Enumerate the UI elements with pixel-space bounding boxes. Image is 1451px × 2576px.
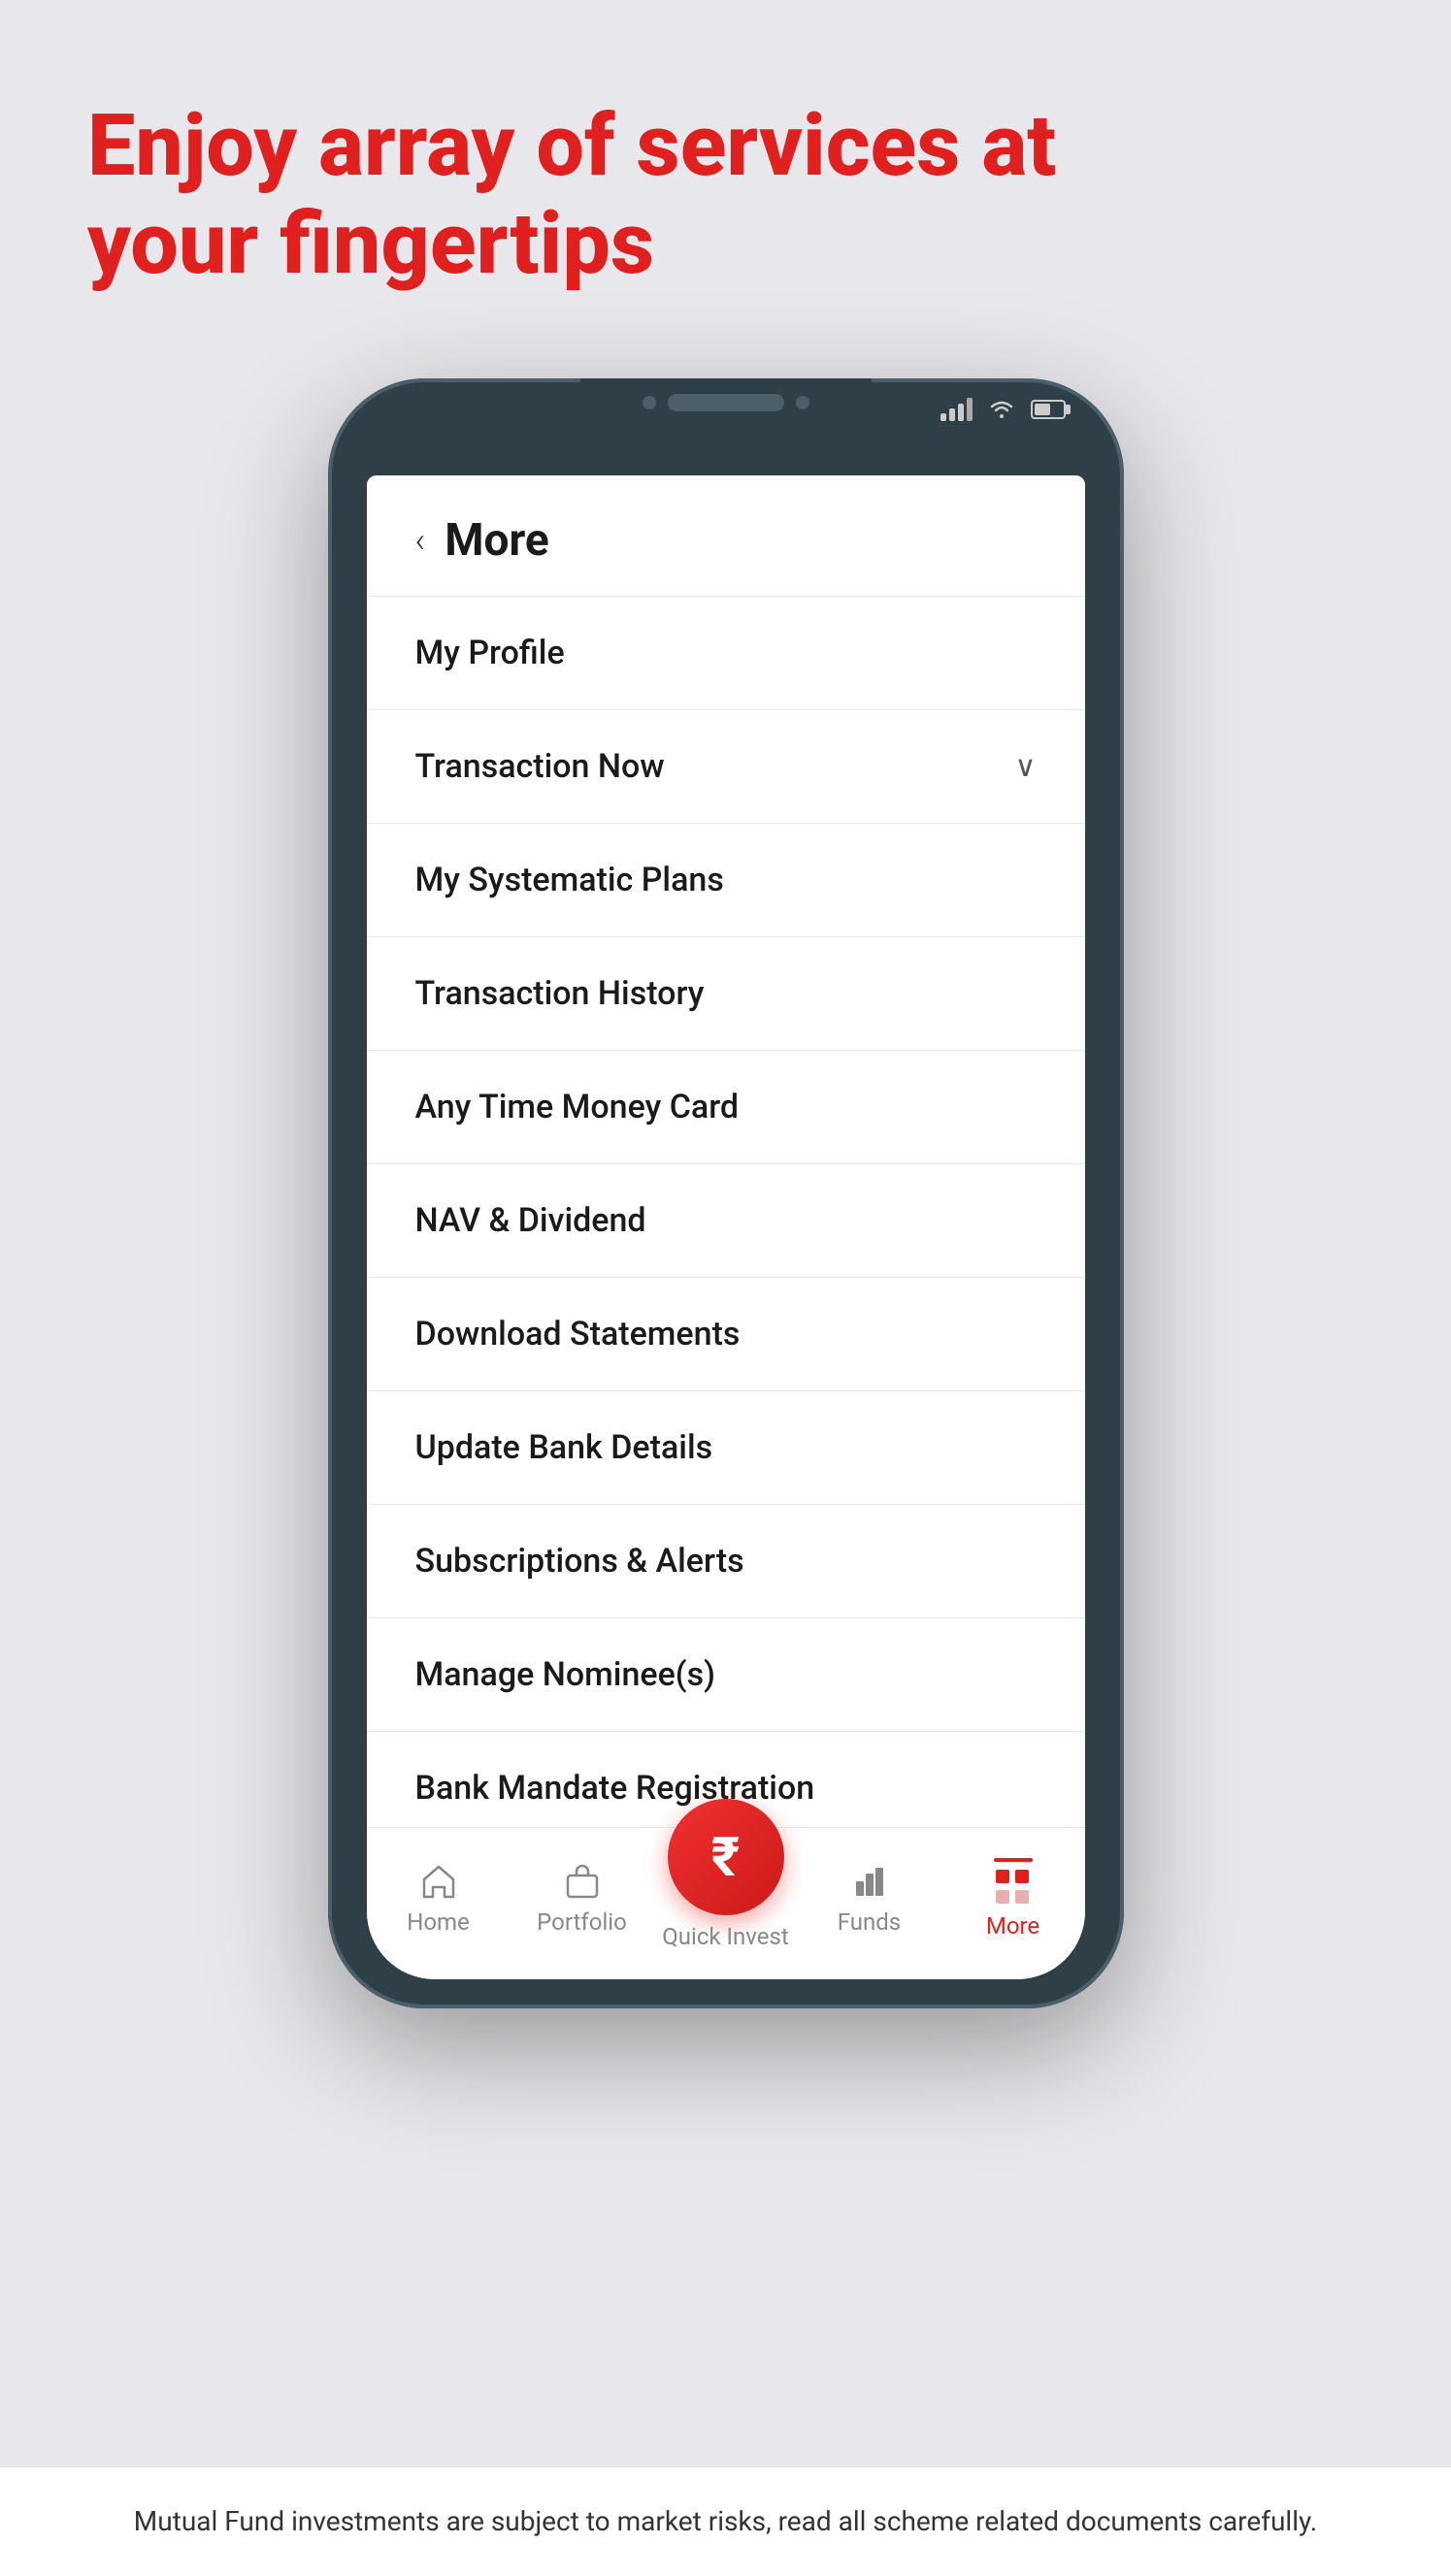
menu-item-update-bank-details[interactable]: Update Bank Details <box>367 1391 1085 1505</box>
screen-title: More <box>445 514 549 567</box>
funds-icon <box>850 1862 889 1901</box>
menu-item-transaction-now[interactable]: Transaction Now ∨ <box>367 710 1085 824</box>
status-bar <box>940 398 1066 421</box>
home-icon <box>419 1862 458 1901</box>
nav-item-home[interactable]: Home <box>367 1862 511 1936</box>
signal-bar-1 <box>940 413 946 421</box>
chevron-down-icon: ∨ <box>1015 750 1037 784</box>
notch-speaker <box>668 394 784 411</box>
phone-frame: ‹ More My Profile Transaction Now ∨ My S… <box>328 378 1124 2008</box>
menu-item-transaction-history[interactable]: Transaction History <box>367 937 1085 1051</box>
portfolio-icon <box>563 1862 602 1901</box>
notch-bar <box>328 378 1124 475</box>
signal-bar-4 <box>967 398 973 421</box>
nav-label-home: Home <box>407 1908 470 1936</box>
notch <box>580 378 872 427</box>
nav-label-funds: Funds <box>838 1908 901 1936</box>
bottom-nav: Home Portfolio ₹ Quick Invest <box>367 1827 1085 1979</box>
notch-dot-right <box>796 396 809 409</box>
nav-label-quick-invest: Quick Invest <box>662 1923 788 1950</box>
battery-fill <box>1035 404 1051 415</box>
rupee-icon: ₹ <box>711 1830 740 1884</box>
signal-bar-2 <box>949 408 955 421</box>
back-icon[interactable]: ‹ <box>415 520 426 561</box>
notch-dot-left <box>643 396 656 409</box>
menu-item-nav-dividend[interactable]: NAV & Dividend <box>367 1164 1085 1278</box>
battery-icon <box>1031 400 1066 419</box>
nav-label-portfolio: Portfolio <box>537 1908 627 1936</box>
active-bar <box>994 1858 1033 1862</box>
menu-item-my-systematic-plans[interactable]: My Systematic Plans <box>367 824 1085 937</box>
nav-item-more[interactable]: More <box>941 1858 1085 1940</box>
menu-item-my-profile[interactable]: My Profile <box>367 597 1085 710</box>
nav-item-portfolio[interactable]: Portfolio <box>511 1862 654 1936</box>
wifi-icon <box>988 399 1015 420</box>
signal-icon <box>940 398 973 421</box>
phone-screen: ‹ More My Profile Transaction Now ∨ My S… <box>367 475 1085 1979</box>
nav-item-funds[interactable]: Funds <box>798 1862 941 1936</box>
nav-item-quick-invest[interactable]: ₹ Quick Invest <box>654 1847 798 1950</box>
menu-item-manage-nominees[interactable]: Manage Nominee(s) <box>367 1618 1085 1732</box>
menu-item-subscriptions-alerts[interactable]: Subscriptions & Alerts <box>367 1505 1085 1618</box>
menu-list: My Profile Transaction Now ∨ My Systemat… <box>367 597 1085 1827</box>
disclaimer-text: Mutual Fund investments are subject to m… <box>0 2466 1451 2576</box>
page-headline: Enjoy array of services at your fingerti… <box>87 97 1364 293</box>
nav-label-more: More <box>986 1912 1039 1940</box>
quick-invest-button[interactable]: ₹ <box>668 1799 784 1915</box>
menu-item-download-statements[interactable]: Download Statements <box>367 1278 1085 1391</box>
signal-bar-3 <box>958 404 964 421</box>
app-header: ‹ More <box>367 475 1085 597</box>
more-icon <box>996 1870 1031 1905</box>
menu-item-any-time-money-card[interactable]: Any Time Money Card <box>367 1051 1085 1164</box>
